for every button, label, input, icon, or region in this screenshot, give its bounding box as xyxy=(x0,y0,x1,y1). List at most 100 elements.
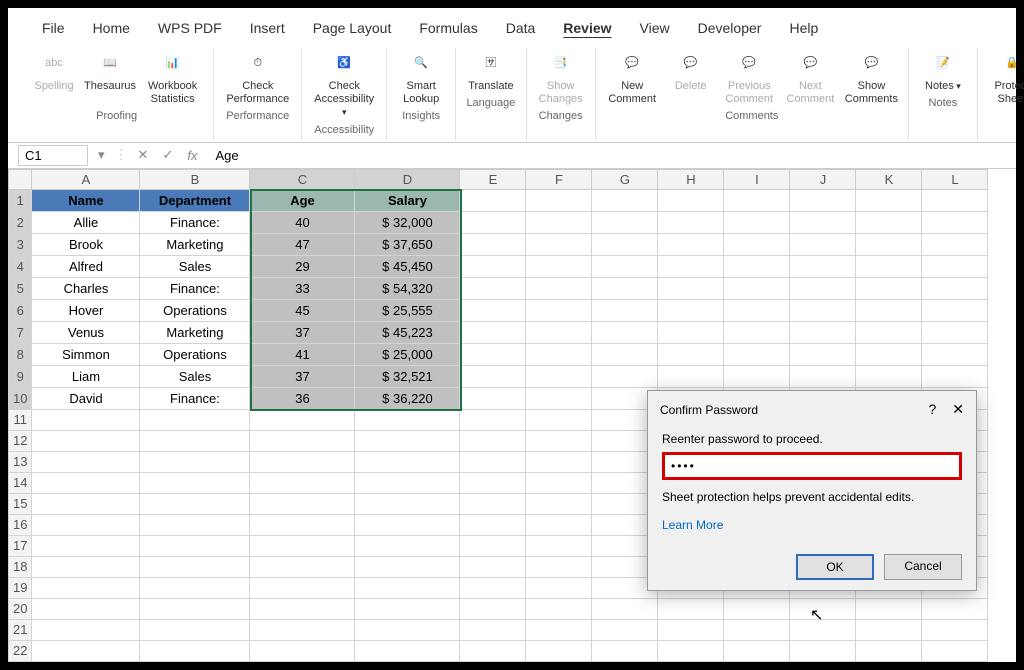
cell[interactable] xyxy=(355,577,460,598)
cell[interactable]: Sales xyxy=(140,365,250,387)
cell[interactable] xyxy=(140,472,250,493)
cell[interactable] xyxy=(460,451,526,472)
cell[interactable] xyxy=(790,365,856,387)
tab-insert[interactable]: Insert xyxy=(236,14,299,42)
cell[interactable] xyxy=(460,299,526,321)
col-header-j[interactable]: J xyxy=(790,169,856,189)
cell[interactable] xyxy=(856,277,922,299)
cell[interactable] xyxy=(526,661,592,662)
cell[interactable] xyxy=(790,640,856,661)
cell[interactable] xyxy=(592,343,658,365)
cell[interactable] xyxy=(32,514,140,535)
cell[interactable] xyxy=(460,277,526,299)
dialog-close-icon[interactable]: ✕ xyxy=(952,401,964,418)
cell[interactable] xyxy=(460,255,526,277)
cell[interactable] xyxy=(922,343,988,365)
cell[interactable] xyxy=(922,189,988,211)
cell[interactable]: $ 36,220 xyxy=(355,387,460,409)
cell[interactable] xyxy=(856,598,922,619)
cell[interactable] xyxy=(790,255,856,277)
col-header-k[interactable]: K xyxy=(856,169,922,189)
cell[interactable]: Finance: xyxy=(140,211,250,233)
cell[interactable] xyxy=(140,577,250,598)
cell[interactable] xyxy=(460,556,526,577)
cell[interactable] xyxy=(922,619,988,640)
col-header-d[interactable]: D xyxy=(355,169,460,189)
cell[interactable] xyxy=(922,233,988,255)
cell[interactable] xyxy=(355,661,460,662)
row-header[interactable]: 21 xyxy=(9,619,32,640)
row-header[interactable]: 1 xyxy=(9,189,32,211)
cell[interactable]: $ 32,521 xyxy=(355,365,460,387)
cell[interactable] xyxy=(724,661,790,662)
row-header[interactable]: 18 xyxy=(9,556,32,577)
cell[interactable]: $ 45,450 xyxy=(355,255,460,277)
cell[interactable] xyxy=(856,321,922,343)
row-header[interactable]: 6 xyxy=(9,299,32,321)
cell[interactable] xyxy=(140,493,250,514)
cell[interactable] xyxy=(922,640,988,661)
cell[interactable] xyxy=(140,430,250,451)
check-accessibility-button[interactable]: ♿Check Accessibility xyxy=(310,48,378,122)
cell[interactable] xyxy=(526,514,592,535)
cell[interactable] xyxy=(526,493,592,514)
cell[interactable]: Venus xyxy=(32,321,140,343)
cell[interactable] xyxy=(460,365,526,387)
cell[interactable] xyxy=(250,514,355,535)
cell[interactable] xyxy=(724,299,790,321)
cell[interactable] xyxy=(724,343,790,365)
show-changes-button[interactable]: 📑Show Changes xyxy=(535,48,587,108)
show-comments-button[interactable]: 💬Show Comments xyxy=(843,48,900,108)
col-header-a[interactable]: A xyxy=(32,169,140,189)
cell[interactable]: 29 xyxy=(250,255,355,277)
cell[interactable] xyxy=(724,211,790,233)
cell[interactable]: Finance: xyxy=(140,387,250,409)
cell[interactable]: Operations xyxy=(140,299,250,321)
col-header-i[interactable]: I xyxy=(724,169,790,189)
cell[interactable] xyxy=(526,387,592,409)
cell[interactable] xyxy=(460,387,526,409)
cell[interactable] xyxy=(856,211,922,233)
select-all-corner[interactable] xyxy=(9,169,32,189)
cell[interactable]: Sales xyxy=(140,255,250,277)
cell[interactable] xyxy=(250,640,355,661)
cell[interactable] xyxy=(140,535,250,556)
cell[interactable] xyxy=(355,472,460,493)
col-header-f[interactable]: F xyxy=(526,169,592,189)
protect-sheet-button[interactable]: 🔒Protect Sheet xyxy=(986,48,1024,108)
cell[interactable] xyxy=(856,299,922,321)
cell[interactable]: Salary xyxy=(355,189,460,211)
cell[interactable] xyxy=(526,535,592,556)
cell[interactable] xyxy=(32,451,140,472)
tab-home[interactable]: Home xyxy=(79,14,144,42)
cell[interactable] xyxy=(32,472,140,493)
name-box[interactable]: C1 xyxy=(18,145,88,166)
cell[interactable]: Alfred xyxy=(32,255,140,277)
cell[interactable] xyxy=(140,409,250,430)
cell[interactable] xyxy=(856,189,922,211)
cell[interactable] xyxy=(32,493,140,514)
cell[interactable] xyxy=(460,661,526,662)
row-header[interactable]: 3 xyxy=(9,233,32,255)
cell[interactable] xyxy=(140,514,250,535)
cell[interactable] xyxy=(250,451,355,472)
cell[interactable] xyxy=(140,556,250,577)
cell[interactable] xyxy=(592,640,658,661)
cell[interactable]: 41 xyxy=(250,343,355,365)
cell[interactable] xyxy=(32,661,140,662)
cell[interactable]: 37 xyxy=(250,321,355,343)
cell[interactable] xyxy=(526,233,592,255)
thesaurus-button[interactable]: 📖Thesaurus xyxy=(84,48,136,95)
row-header[interactable]: 10 xyxy=(9,387,32,409)
cell[interactable] xyxy=(250,556,355,577)
cell[interactable] xyxy=(658,343,724,365)
cell[interactable] xyxy=(658,233,724,255)
translate-button[interactable]: 🈂Translate xyxy=(464,48,517,95)
row-header[interactable]: 14 xyxy=(9,472,32,493)
cell[interactable] xyxy=(250,472,355,493)
row-header[interactable]: 20 xyxy=(9,598,32,619)
cell[interactable] xyxy=(658,661,724,662)
prev-comment-button[interactable]: 💬Previous Comment xyxy=(721,48,778,108)
cell[interactable] xyxy=(592,365,658,387)
row-header[interactable]: 11 xyxy=(9,409,32,430)
